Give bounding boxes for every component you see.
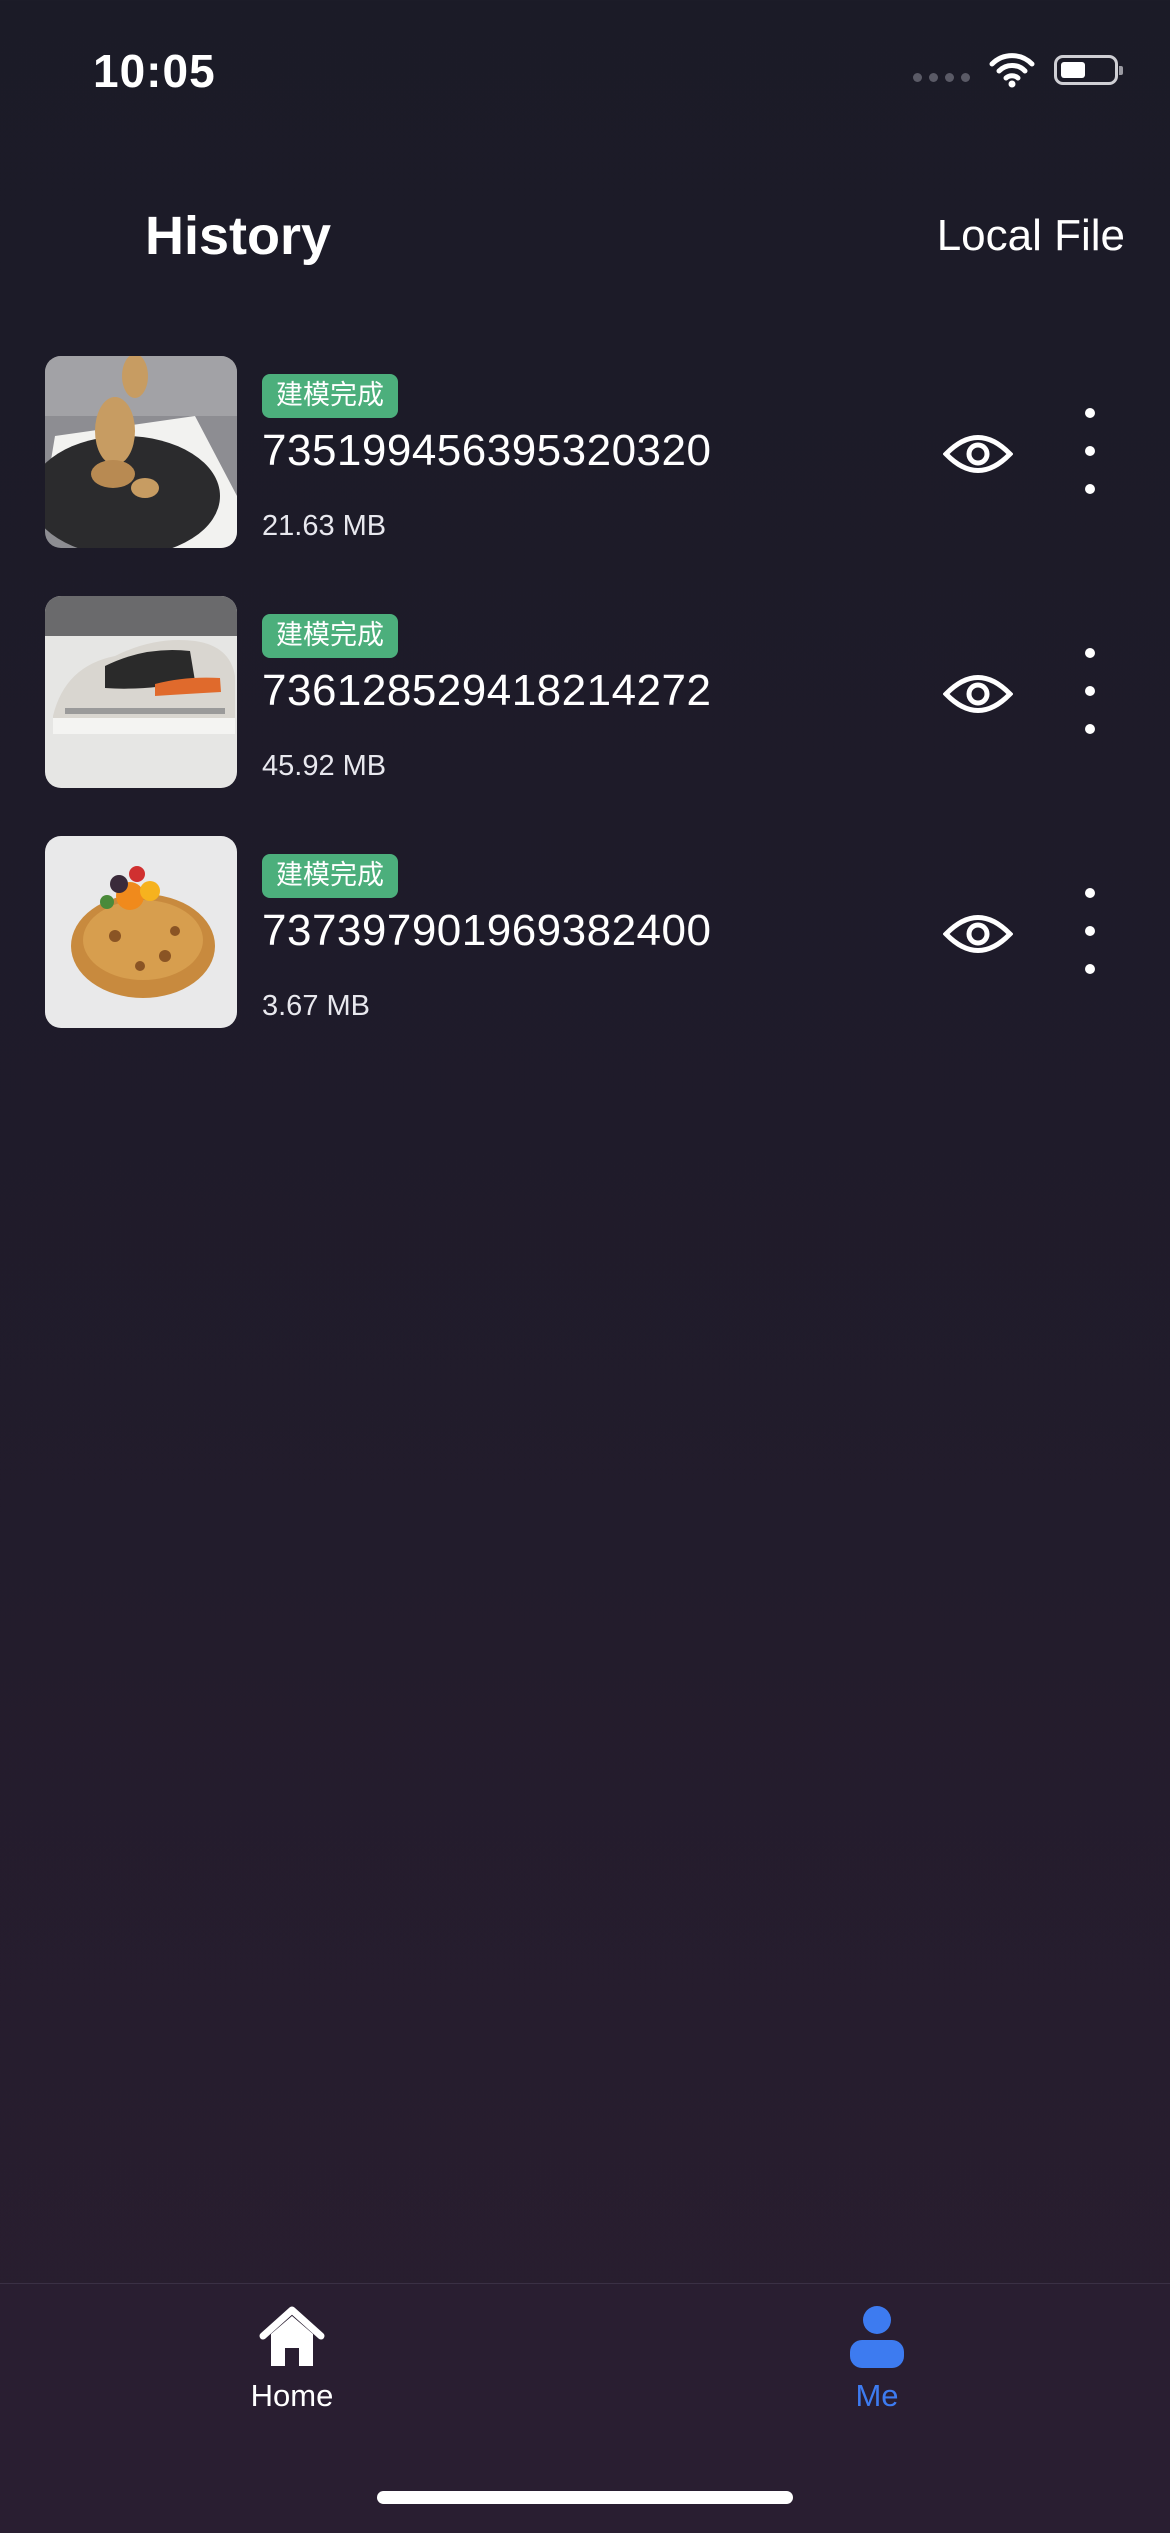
thumbnail-sneaker[interactable] <box>45 596 237 788</box>
item-id: 735199456395320320 <box>262 426 712 475</box>
status-badge: 建模完成 <box>262 854 398 898</box>
home-indicator <box>377 2491 793 2504</box>
page-title: History <box>145 206 332 266</box>
eye-icon[interactable] <box>940 896 1016 972</box>
more-options-icon[interactable] <box>1075 648 1105 734</box>
signal-dots-icon <box>913 72 970 82</box>
more-options-icon[interactable] <box>1075 888 1105 974</box>
status-time: 10:05 <box>93 45 216 97</box>
item-size: 3.67 MB <box>262 990 370 1022</box>
tab-me[interactable]: Me <box>777 2304 977 2414</box>
eye-icon[interactable] <box>940 656 1016 732</box>
tab-home[interactable]: Home <box>192 2304 392 2414</box>
thumbnail-kangaroo[interactable] <box>45 356 237 548</box>
person-icon <box>850 2306 904 2368</box>
thumbnail-pastry[interactable] <box>45 836 237 1028</box>
list-item[interactable]: 建模完成 735199456395320320 21.63 MB <box>45 356 1125 548</box>
local-file-button[interactable]: Local File <box>937 211 1125 261</box>
item-size: 21.63 MB <box>262 510 387 542</box>
list-item[interactable]: 建模完成 737397901969382400 3.67 MB <box>45 836 1125 1028</box>
home-icon <box>259 2306 325 2366</box>
item-id: 737397901969382400 <box>262 906 712 955</box>
status-badge: 建模完成 <box>262 374 398 418</box>
tab-label-home: Home <box>250 2378 334 2413</box>
tab-bar: Home Me <box>0 2283 1170 2533</box>
item-size: 45.92 MB <box>262 750 387 782</box>
status-icons <box>913 52 1123 88</box>
wifi-icon <box>989 53 1035 88</box>
history-list: 建模完成 735199456395320320 21.63 MB 建模完成 73… <box>45 356 1125 1076</box>
item-id: 736128529418214272 <box>262 666 712 715</box>
battery-icon <box>1054 55 1123 85</box>
status-badge: 建模完成 <box>262 614 398 658</box>
tab-label-me: Me <box>855 2378 899 2413</box>
more-options-icon[interactable] <box>1075 408 1105 494</box>
eye-icon[interactable] <box>940 416 1016 492</box>
list-item[interactable]: 建模完成 736128529418214272 45.92 MB <box>45 596 1125 788</box>
